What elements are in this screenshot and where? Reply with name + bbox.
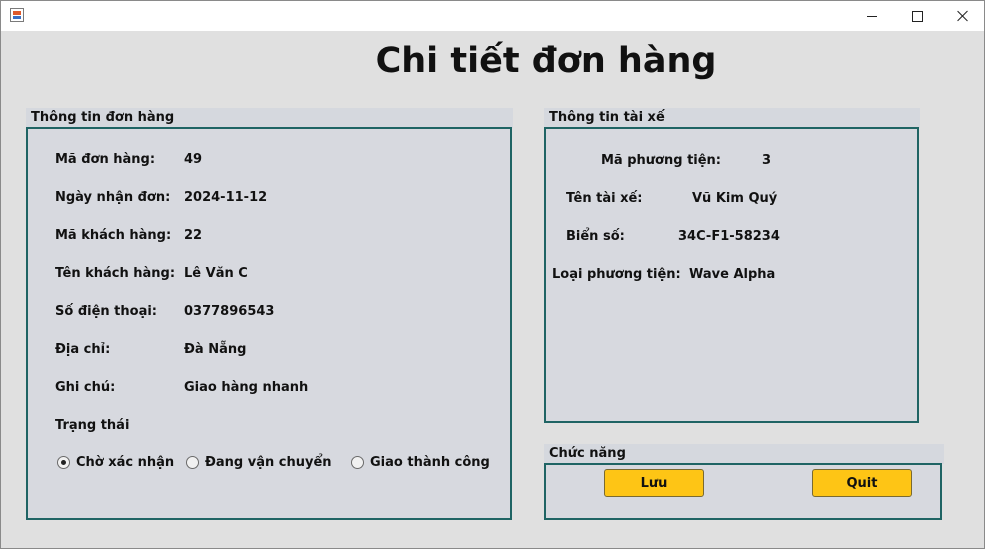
driver-name-value: Vũ Kim Quý	[692, 191, 778, 206]
note-label: Ghi chú:	[55, 380, 116, 395]
java-app-icon	[10, 8, 24, 22]
order-id-label: Mã đơn hàng:	[55, 152, 156, 167]
vehicle-id-label: Mã phương tiện:	[601, 153, 722, 168]
order-id-value: 49	[184, 152, 203, 167]
driver-name-label: Tên tài xế:	[566, 191, 643, 206]
received-date-value: 2024-11-12	[184, 190, 268, 205]
vehicle-type-value: Wave Alpha	[689, 267, 776, 282]
maximize-icon	[911, 10, 923, 22]
status-option-label: Chờ xác nhận	[76, 455, 175, 470]
radio-unchecked-icon[interactable]	[186, 456, 199, 469]
note-value: Giao hàng nhanh	[184, 380, 309, 395]
plate-value: 34C-F1-58234	[678, 229, 780, 244]
received-date-label: Ngày nhận đơn:	[55, 190, 171, 205]
order-panel-header: Thông tin đơn hàng	[26, 108, 513, 128]
radio-checked-icon[interactable]	[57, 456, 70, 469]
phone-label: Số điện thoại:	[55, 304, 158, 319]
app-window: Chi tiết đơn hàng Thông tin đơn hàng Mã …	[0, 0, 985, 549]
minimize-icon	[867, 15, 877, 17]
save-button[interactable]: Lưu	[604, 469, 704, 497]
address-label: Địa chỉ:	[55, 342, 111, 357]
maximize-button[interactable]	[894, 1, 940, 31]
title-bar[interactable]	[1, 1, 984, 31]
address-value: Đà Nẵng	[184, 342, 247, 357]
close-button[interactable]	[940, 1, 985, 31]
phone-value: 0377896543	[184, 304, 275, 319]
status-label: Trạng thái	[55, 418, 130, 433]
close-icon	[957, 10, 969, 22]
function-panel-header: Chức năng	[544, 444, 944, 464]
status-radio-shipping[interactable]: Đang vận chuyển	[186, 455, 332, 470]
vehicle-type-label: Loại phương tiện:	[552, 267, 681, 282]
customer-id-label: Mã khách hàng:	[55, 228, 172, 243]
status-radio-pending[interactable]: Chờ xác nhận	[57, 455, 174, 470]
page-title: Chi tiết đơn hàng	[375, 41, 717, 81]
status-option-label: Giao thành công	[370, 455, 490, 470]
status-option-label: Đang vận chuyển	[205, 455, 332, 470]
status-radio-delivered[interactable]: Giao thành công	[351, 455, 490, 470]
quit-button[interactable]: Quit	[812, 469, 912, 497]
vehicle-id-value: 3	[762, 153, 772, 168]
customer-id-value: 22	[184, 228, 203, 243]
customer-name-value: Lê Văn C	[184, 266, 248, 281]
radio-unchecked-icon[interactable]	[351, 456, 364, 469]
plate-label: Biển số:	[566, 229, 625, 244]
minimize-button[interactable]	[849, 1, 895, 31]
driver-panel-header: Thông tin tài xế	[544, 108, 920, 128]
customer-name-label: Tên khách hàng:	[55, 266, 176, 281]
